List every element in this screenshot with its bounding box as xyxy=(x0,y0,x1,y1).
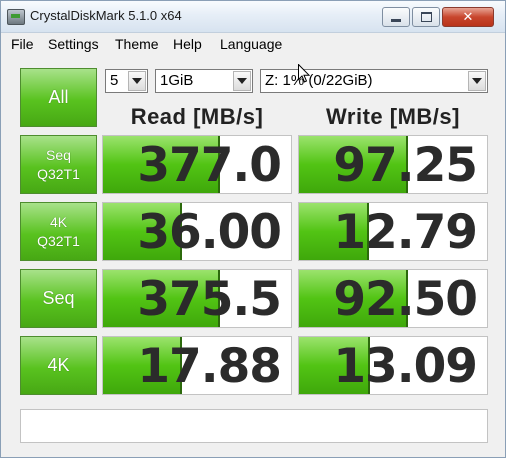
close-icon: ✕ xyxy=(462,9,474,25)
test-label-line1: 4K xyxy=(47,355,70,375)
test-label-line1: Seq xyxy=(42,288,75,308)
drive-value: Z: 1% (0/22GiB) xyxy=(265,72,373,89)
write-value: 92.50 xyxy=(333,272,478,327)
test-label-line1: Seq xyxy=(46,146,71,163)
write-result-4k: 13.09 xyxy=(298,336,488,395)
app-window: CrystalDiskMark 5.1.0 x64 ✕ File Setting… xyxy=(0,0,506,458)
window-title: CrystalDiskMark 5.1.0 x64 xyxy=(30,8,182,23)
write-value: 97.25 xyxy=(333,138,478,193)
read-result-4k-q32t1: 36.00 xyxy=(102,202,292,261)
write-header: Write [MB/s] xyxy=(326,104,460,129)
run-all-button[interactable]: All xyxy=(20,68,97,127)
test-label-line2: Q32T1 xyxy=(37,232,80,249)
read-result-seq: 375.5 xyxy=(102,269,292,328)
menu-theme[interactable]: Theme xyxy=(115,36,159,52)
test-label-line2: Q32T1 xyxy=(37,165,80,182)
test-4k-button[interactable]: 4K xyxy=(20,336,97,395)
disk-app-icon xyxy=(7,9,25,25)
test-4k-q32t1-button[interactable]: 4K Q32T1 xyxy=(20,202,97,261)
title-bar[interactable]: CrystalDiskMark 5.1.0 x64 ✕ xyxy=(1,1,505,33)
read-value: 377.0 xyxy=(137,138,282,193)
read-result-seq-q32t1: 377.0 xyxy=(102,135,292,194)
test-count-select[interactable]: 5 xyxy=(105,69,148,93)
test-size-value: 1GiB xyxy=(160,72,194,89)
chevron-down-icon[interactable] xyxy=(233,71,251,91)
maximize-icon xyxy=(420,12,432,22)
write-result-4k-q32t1: 12.79 xyxy=(298,202,488,261)
test-seq-button[interactable]: Seq xyxy=(20,269,97,328)
chevron-down-icon[interactable] xyxy=(468,71,486,91)
test-count-value: 5 xyxy=(110,72,119,89)
write-value: 13.09 xyxy=(333,339,478,394)
test-label-line1: 4K xyxy=(49,213,68,230)
status-bar xyxy=(20,409,488,443)
menu-file[interactable]: File xyxy=(11,36,34,52)
close-button[interactable]: ✕ xyxy=(442,7,494,27)
drive-select[interactable]: Z: 1% (0/22GiB) xyxy=(260,69,488,93)
read-value: 375.5 xyxy=(137,272,282,327)
maximize-button[interactable] xyxy=(412,7,440,27)
test-seq-q32t1-button[interactable]: Seq Q32T1 xyxy=(20,135,97,194)
read-value: 36.00 xyxy=(137,205,282,260)
chevron-down-icon[interactable] xyxy=(128,71,146,91)
write-value: 12.79 xyxy=(333,205,478,260)
write-result-seq-q32t1: 97.25 xyxy=(298,135,488,194)
menu-help[interactable]: Help xyxy=(173,36,202,52)
test-size-select[interactable]: 1GiB xyxy=(155,69,253,93)
menu-bar: File Settings Theme Help Language xyxy=(1,33,505,55)
minimize-icon xyxy=(391,18,401,22)
read-result-4k: 17.88 xyxy=(102,336,292,395)
mouse-cursor-icon xyxy=(298,64,310,83)
menu-language[interactable]: Language xyxy=(220,36,282,52)
read-value: 17.88 xyxy=(137,339,282,394)
minimize-button[interactable] xyxy=(382,7,410,27)
menu-settings[interactable]: Settings xyxy=(48,36,99,52)
write-result-seq: 92.50 xyxy=(298,269,488,328)
read-header: Read [MB/s] xyxy=(130,104,264,129)
